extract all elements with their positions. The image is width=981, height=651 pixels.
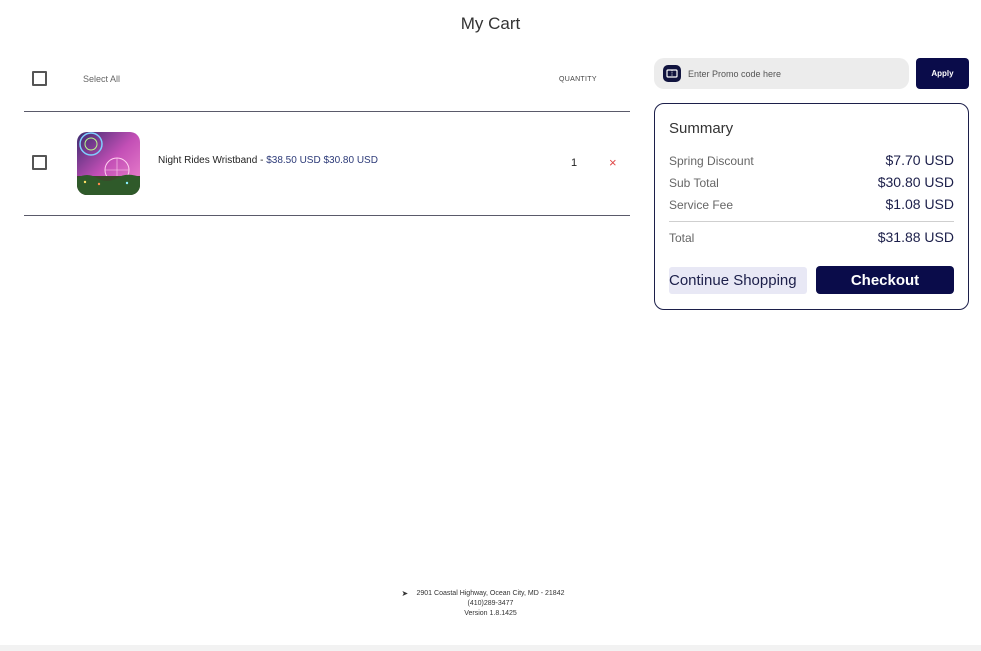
item-details: Night Rides Wristband - $38.50 USD $30.8… [158,155,378,166]
select-all-label[interactable]: Select All [83,74,120,84]
location-pin-icon: ➤ [401,589,409,598]
summary-divider [669,221,954,222]
select-all-checkbox[interactable] [32,71,47,86]
continue-shopping-button[interactable]: Continue Shopping [669,267,807,294]
quantity-column-header: QUANTITY [559,76,597,83]
total-value: $31.88 USD [877,229,954,245]
bottom-bar [0,645,981,651]
summary-label: Service Fee [669,198,734,212]
promo-code-input[interactable] [688,66,898,82]
summary-label: Spring Discount [669,154,754,168]
page-title: My Cart [460,14,521,33]
cart-header: Select All QUANTITY [24,58,630,112]
summary-value: $7.70 USD [885,152,954,168]
item-name[interactable]: Night Rides Wristband [158,155,257,166]
footer-address: 2901 Coastal Highway, Ocean City, MD - 2… [416,590,565,597]
total-label: Total [669,231,695,245]
cart-table: Select All QUANTITY Night Rides Wristban… [24,58,630,216]
summary-label: Sub Total [669,176,719,190]
item-price: $38.50 USD $30.80 USD [266,155,378,166]
footer-phone: (410)289-3477 [467,600,514,607]
order-summary: Summary Spring Discount $7.70 USD Sub To… [654,103,969,310]
footer: ➤ 2901 Coastal Highway, Ocean City, MD -… [0,589,981,619]
item-thumbnail [77,132,140,195]
cart-item-row: Night Rides Wristband - $38.50 USD $30.8… [24,112,630,216]
summary-value: $30.80 USD [877,174,954,190]
footer-version: Version 1.8.1425 [464,610,517,617]
summary-title: Summary [669,120,734,137]
item-separator: - [257,155,267,166]
ticket-icon [663,65,681,82]
promo-code-box [654,58,909,89]
item-quantity[interactable]: 1 [571,157,577,169]
checkout-button[interactable]: Checkout [816,266,954,294]
item-checkbox[interactable] [32,155,47,170]
apply-promo-button[interactable]: Apply [916,58,969,89]
remove-item-icon[interactable]: × [609,155,617,170]
summary-value: $1.08 USD [885,196,954,212]
